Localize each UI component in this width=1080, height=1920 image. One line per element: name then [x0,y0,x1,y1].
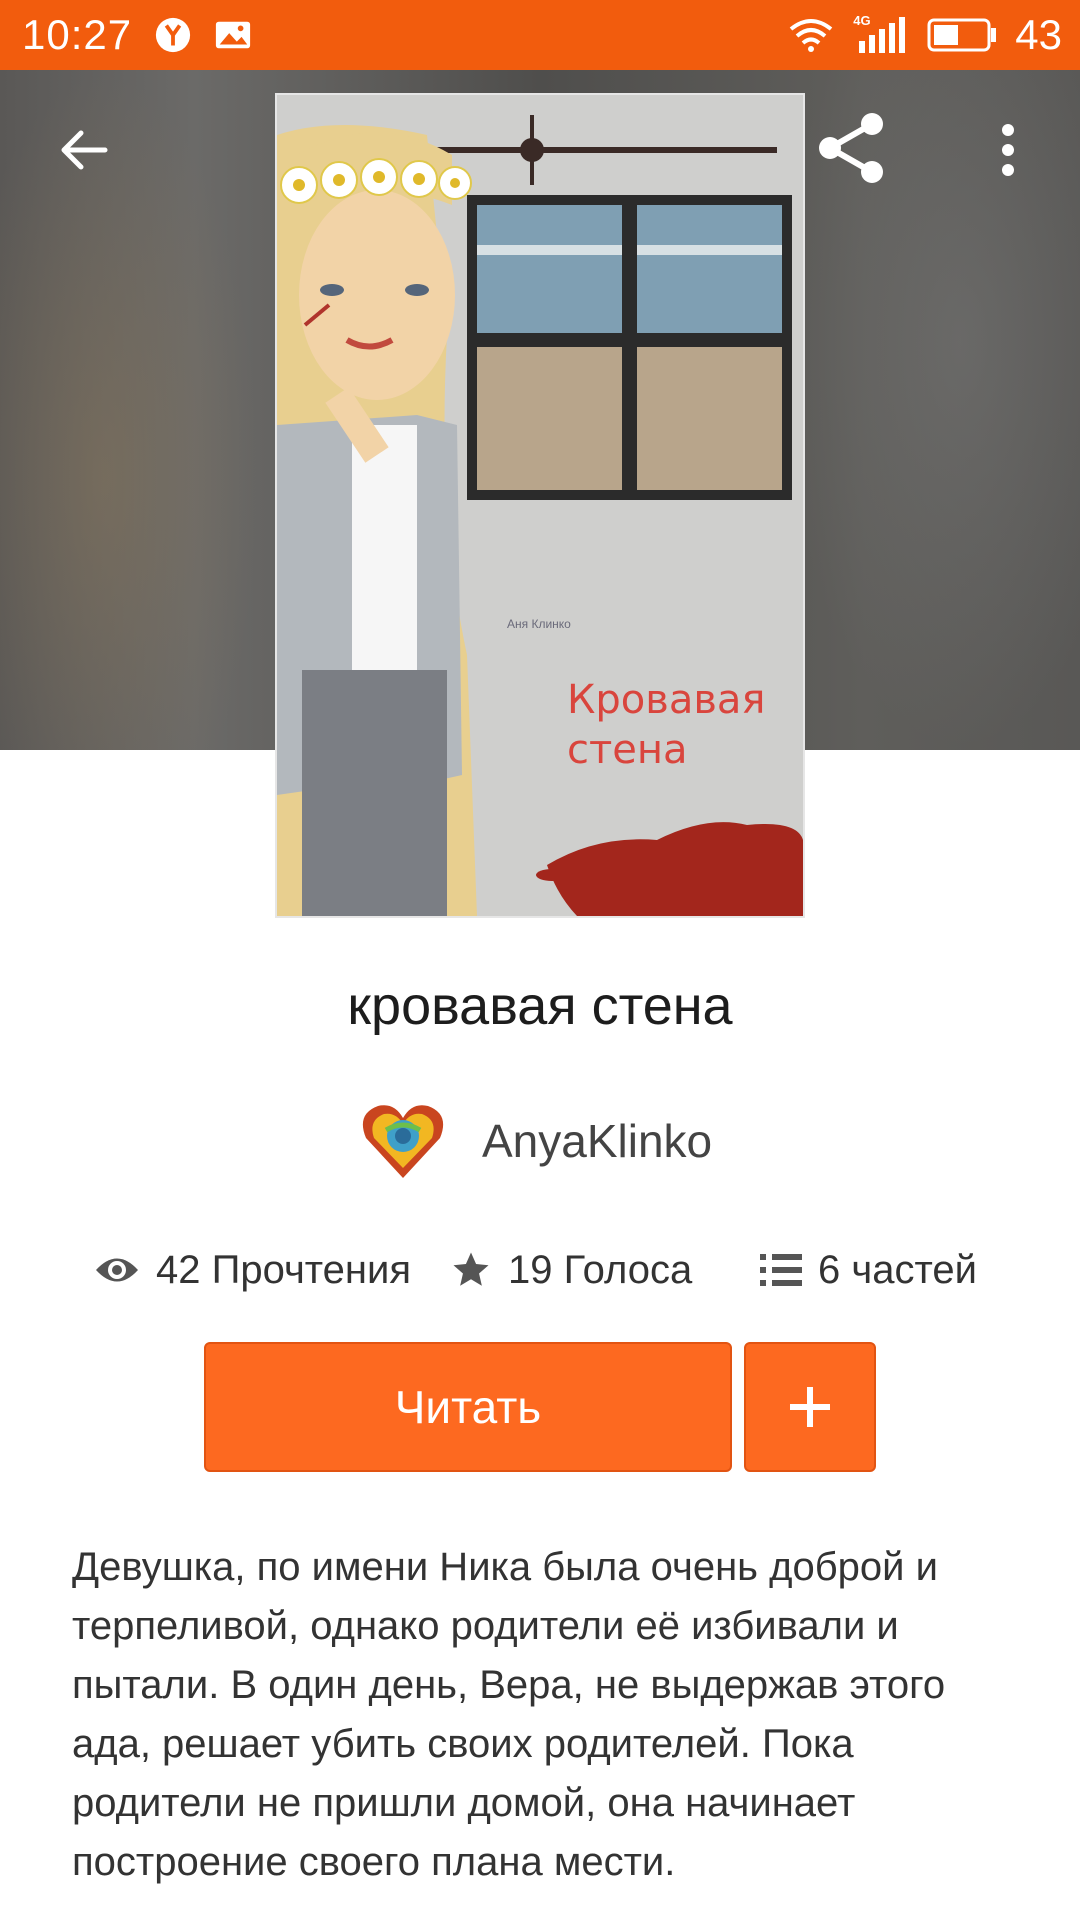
yandex-browser-icon [156,17,191,53]
cover-title-line1: Кровавая [567,677,766,723]
cover-title-line2: стена [567,727,688,773]
plus-icon [790,1387,830,1427]
cover-illustration [277,95,803,916]
image-notification-icon [216,21,251,49]
parts-stat: 6 частей [760,1240,977,1300]
story-description: Девушка, по имени Ника была очень доброй… [72,1545,946,1884]
reads-count: 42 Прочтения [156,1247,412,1292]
votes-stat: 19 Голоса [450,1240,692,1300]
battery-percent: 43 [1015,11,1062,58]
share-button[interactable] [804,100,900,196]
reads-stat: 42 Прочтения [94,1240,411,1300]
status-bar: 10:27 4G 43 [0,0,1080,70]
battery-icon [927,18,997,52]
arrow-left-icon [61,130,108,170]
add-to-library-button[interactable] [744,1342,876,1472]
story-stats: 42 Прочтения 19 Голоса 6 частей [0,1240,1080,1300]
more-options-button[interactable] [960,102,1056,198]
book-cover[interactable]: Аня Клинко Кровавая стена [275,93,805,918]
share-icon [819,113,883,183]
cover-author: Аня Клинко [507,617,571,631]
parts-count: 6 частей [818,1247,977,1292]
eye-icon [96,1258,138,1282]
signal-icon: 4G [853,13,909,55]
status-time: 10:27 [22,11,133,58]
votes-count: 19 Голоса [508,1247,693,1292]
author-name[interactable]: AnyaKlinko [482,1114,712,1168]
wifi-icon [790,19,833,52]
star-icon [453,1252,489,1286]
read-button-label: Читать [394,1381,542,1433]
author-avatar[interactable] [360,1100,446,1182]
author-link[interactable]: AnyaKlinko [360,1100,712,1182]
list-icon [760,1254,802,1286]
more-vert-icon [1002,124,1014,176]
read-button[interactable]: Читать [204,1342,732,1472]
back-button[interactable] [36,102,132,198]
cover-title: Кровавая стена [567,675,766,775]
book-title: кровавая стена [347,976,733,1036]
